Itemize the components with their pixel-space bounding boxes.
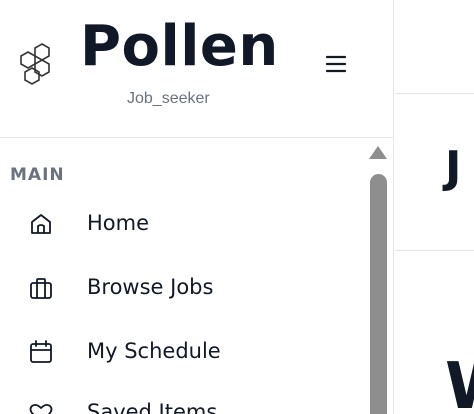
- calendar-icon: [30, 340, 52, 363]
- user-role: Job_seeker: [127, 90, 210, 107]
- divider: [395, 93, 474, 94]
- sidebar: Pollen Job_seeker MAIN Home Browse Jobs: [0, 0, 394, 414]
- sidebar-item-label: Home: [87, 211, 150, 235]
- scrollbar-thumb[interactable]: [370, 174, 387, 414]
- main-heading: J: [445, 142, 462, 193]
- brand-header: Pollen Job_seeker: [0, 0, 393, 138]
- sidebar-item-my-schedule[interactable]: My Schedule: [28, 331, 358, 371]
- sidebar-item-label: Saved Items: [87, 400, 218, 414]
- section-label-main: MAIN: [10, 165, 65, 185]
- heart-icon: [29, 403, 53, 414]
- sidebar-item-label: Browse Jobs: [87, 275, 214, 299]
- sidebar-item-browse-jobs[interactable]: Browse Jobs: [28, 267, 358, 307]
- main-welcome-text: W: [445, 350, 474, 414]
- main-content: J W: [395, 0, 474, 414]
- brand-name: Pollen: [80, 14, 279, 79]
- sidebar-item-saved-items[interactable]: Saved Items: [28, 392, 358, 414]
- hexagon-logo-icon: [20, 43, 50, 85]
- sidebar-item-home[interactable]: Home: [28, 203, 358, 243]
- sidebar-item-label: My Schedule: [87, 339, 221, 363]
- divider: [395, 250, 474, 251]
- scroll-up-arrow-icon[interactable]: [369, 146, 387, 159]
- home-icon: [31, 214, 51, 234]
- hamburger-menu-icon[interactable]: [322, 50, 350, 78]
- briefcase-icon: [30, 278, 52, 299]
